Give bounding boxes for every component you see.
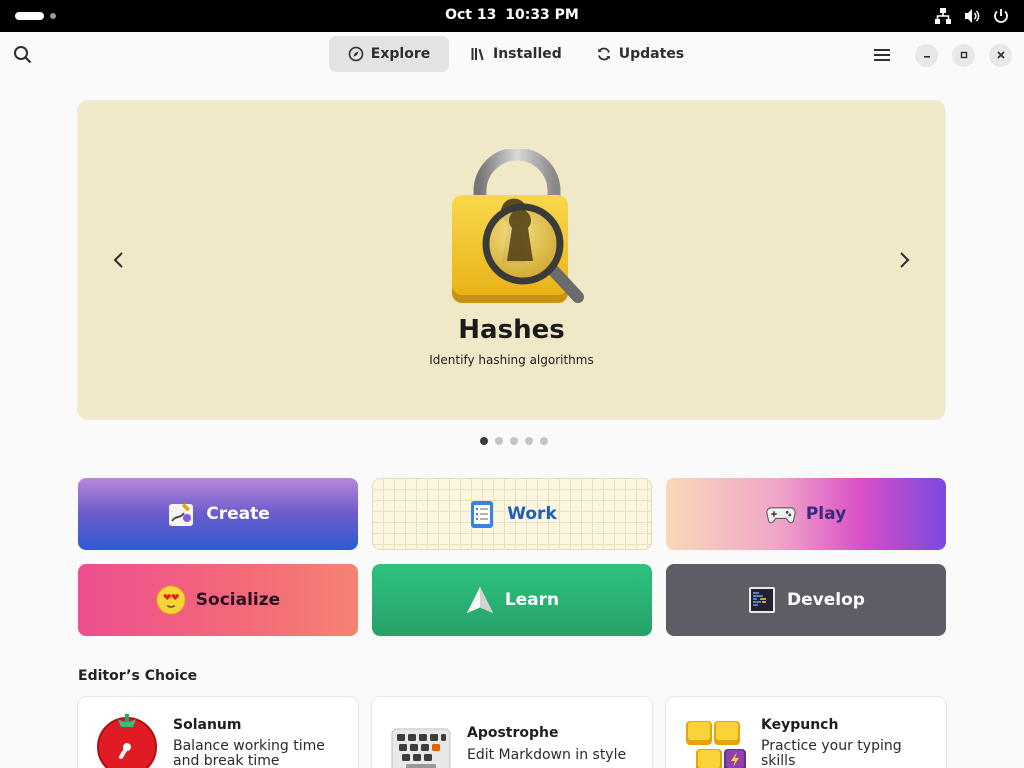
- app-name: Keypunch: [761, 717, 839, 733]
- checklist-icon: [467, 499, 497, 529]
- compass-icon: [348, 46, 364, 62]
- category-socialize-button[interactable]: Socialize: [78, 564, 358, 636]
- close-button[interactable]: [989, 43, 1012, 67]
- app-card-solanum[interactable]: Solanum Balance working time and break t…: [78, 697, 358, 768]
- category-play-button[interactable]: Play: [666, 478, 946, 550]
- window-controls: [871, 43, 1012, 67]
- carousel-page-indicator: [480, 437, 548, 445]
- category-work-button[interactable]: Work: [372, 478, 652, 550]
- clock-date: Oct 13: [445, 7, 497, 23]
- terminal-icon: [747, 585, 777, 615]
- category-learn-button[interactable]: Learn: [372, 564, 652, 636]
- library-icon: [471, 48, 484, 61]
- featured-carousel[interactable]: Hashes Identify hashing algorithms: [78, 101, 945, 419]
- carousel-previous-button[interactable]: [111, 251, 127, 269]
- editors-choice-heading: Editor’s Choice: [78, 668, 198, 684]
- category-play-label: Play: [805, 504, 847, 524]
- create-icon: [166, 499, 196, 529]
- gamepad-icon: [766, 499, 796, 529]
- tab-updates[interactable]: Updates: [583, 36, 697, 72]
- view-switcher: Explore Installed Updates: [329, 36, 697, 72]
- featured-app-subtitle: Identify hashing algorithms: [429, 353, 594, 367]
- system-status-area[interactable]: [934, 7, 1010, 25]
- system-top-bar: Oct 13 10:33 PM: [0, 0, 1024, 32]
- category-create-button[interactable]: Create: [78, 478, 358, 550]
- close-icon: [996, 51, 1005, 59]
- app-name: Apostrophe: [467, 725, 559, 741]
- category-develop-button[interactable]: Develop: [666, 564, 946, 636]
- tomato-timer-icon: [96, 713, 158, 768]
- tab-explore-label: Explore: [370, 46, 431, 62]
- minimize-button[interactable]: [915, 43, 938, 67]
- category-work-label: Work: [507, 504, 557, 524]
- app-description: Practice your typing skills: [761, 738, 902, 768]
- carousel-dot[interactable]: [480, 437, 488, 445]
- carousel-dot[interactable]: [540, 437, 548, 445]
- category-create-label: Create: [206, 504, 270, 524]
- app-card-apostrophe[interactable]: Apostrophe Edit Markdown in style: [372, 697, 652, 768]
- refresh-icon: [597, 47, 610, 61]
- maximize-icon: [960, 51, 967, 59]
- carousel-next-button[interactable]: [896, 251, 912, 269]
- hamburger-menu-icon: [874, 49, 890, 61]
- volume-icon: [965, 9, 980, 23]
- keyboard-icon: [390, 713, 452, 768]
- carousel-dot[interactable]: [510, 437, 518, 445]
- featured-app-title: Hashes: [458, 315, 565, 345]
- chevron-right-icon: [900, 252, 910, 268]
- maximize-button[interactable]: [952, 43, 975, 67]
- heart-eyes-emoji-icon: [156, 585, 186, 615]
- carousel-dot[interactable]: [525, 437, 533, 445]
- header-bar: Explore Installed Updates: [0, 32, 1024, 78]
- padlock-magnifier-icon: [448, 147, 588, 309]
- keycaps-icon: [684, 713, 746, 768]
- tab-installed-label: Installed: [493, 46, 562, 62]
- search-icon: [14, 46, 32, 64]
- search-button[interactable]: [12, 44, 34, 66]
- app-description: Balance working time and break time: [173, 738, 325, 768]
- main-menu-button[interactable]: [871, 43, 893, 67]
- app-name: Solanum: [173, 717, 242, 733]
- category-learn-label: Learn: [504, 590, 560, 610]
- clock-time: 10:33 PM: [505, 7, 579, 23]
- clock[interactable]: Oct 13 10:33 PM: [0, 7, 1024, 23]
- tab-installed[interactable]: Installed: [457, 36, 575, 72]
- app-description: Edit Markdown in style: [467, 747, 627, 763]
- carousel-dot[interactable]: [495, 437, 503, 445]
- tab-updates-label: Updates: [618, 46, 685, 62]
- minimize-icon: [923, 56, 930, 58]
- category-socialize-label: Socialize: [195, 590, 281, 610]
- app-card-keypunch[interactable]: Keypunch Practice your typing skills: [666, 697, 946, 768]
- chevron-left-icon: [113, 252, 123, 268]
- tab-explore[interactable]: Explore: [329, 36, 449, 72]
- network-icon: [935, 8, 951, 24]
- power-icon: [994, 9, 1008, 23]
- paper-plane-icon: [465, 585, 495, 615]
- category-develop-label: Develop: [787, 590, 865, 610]
